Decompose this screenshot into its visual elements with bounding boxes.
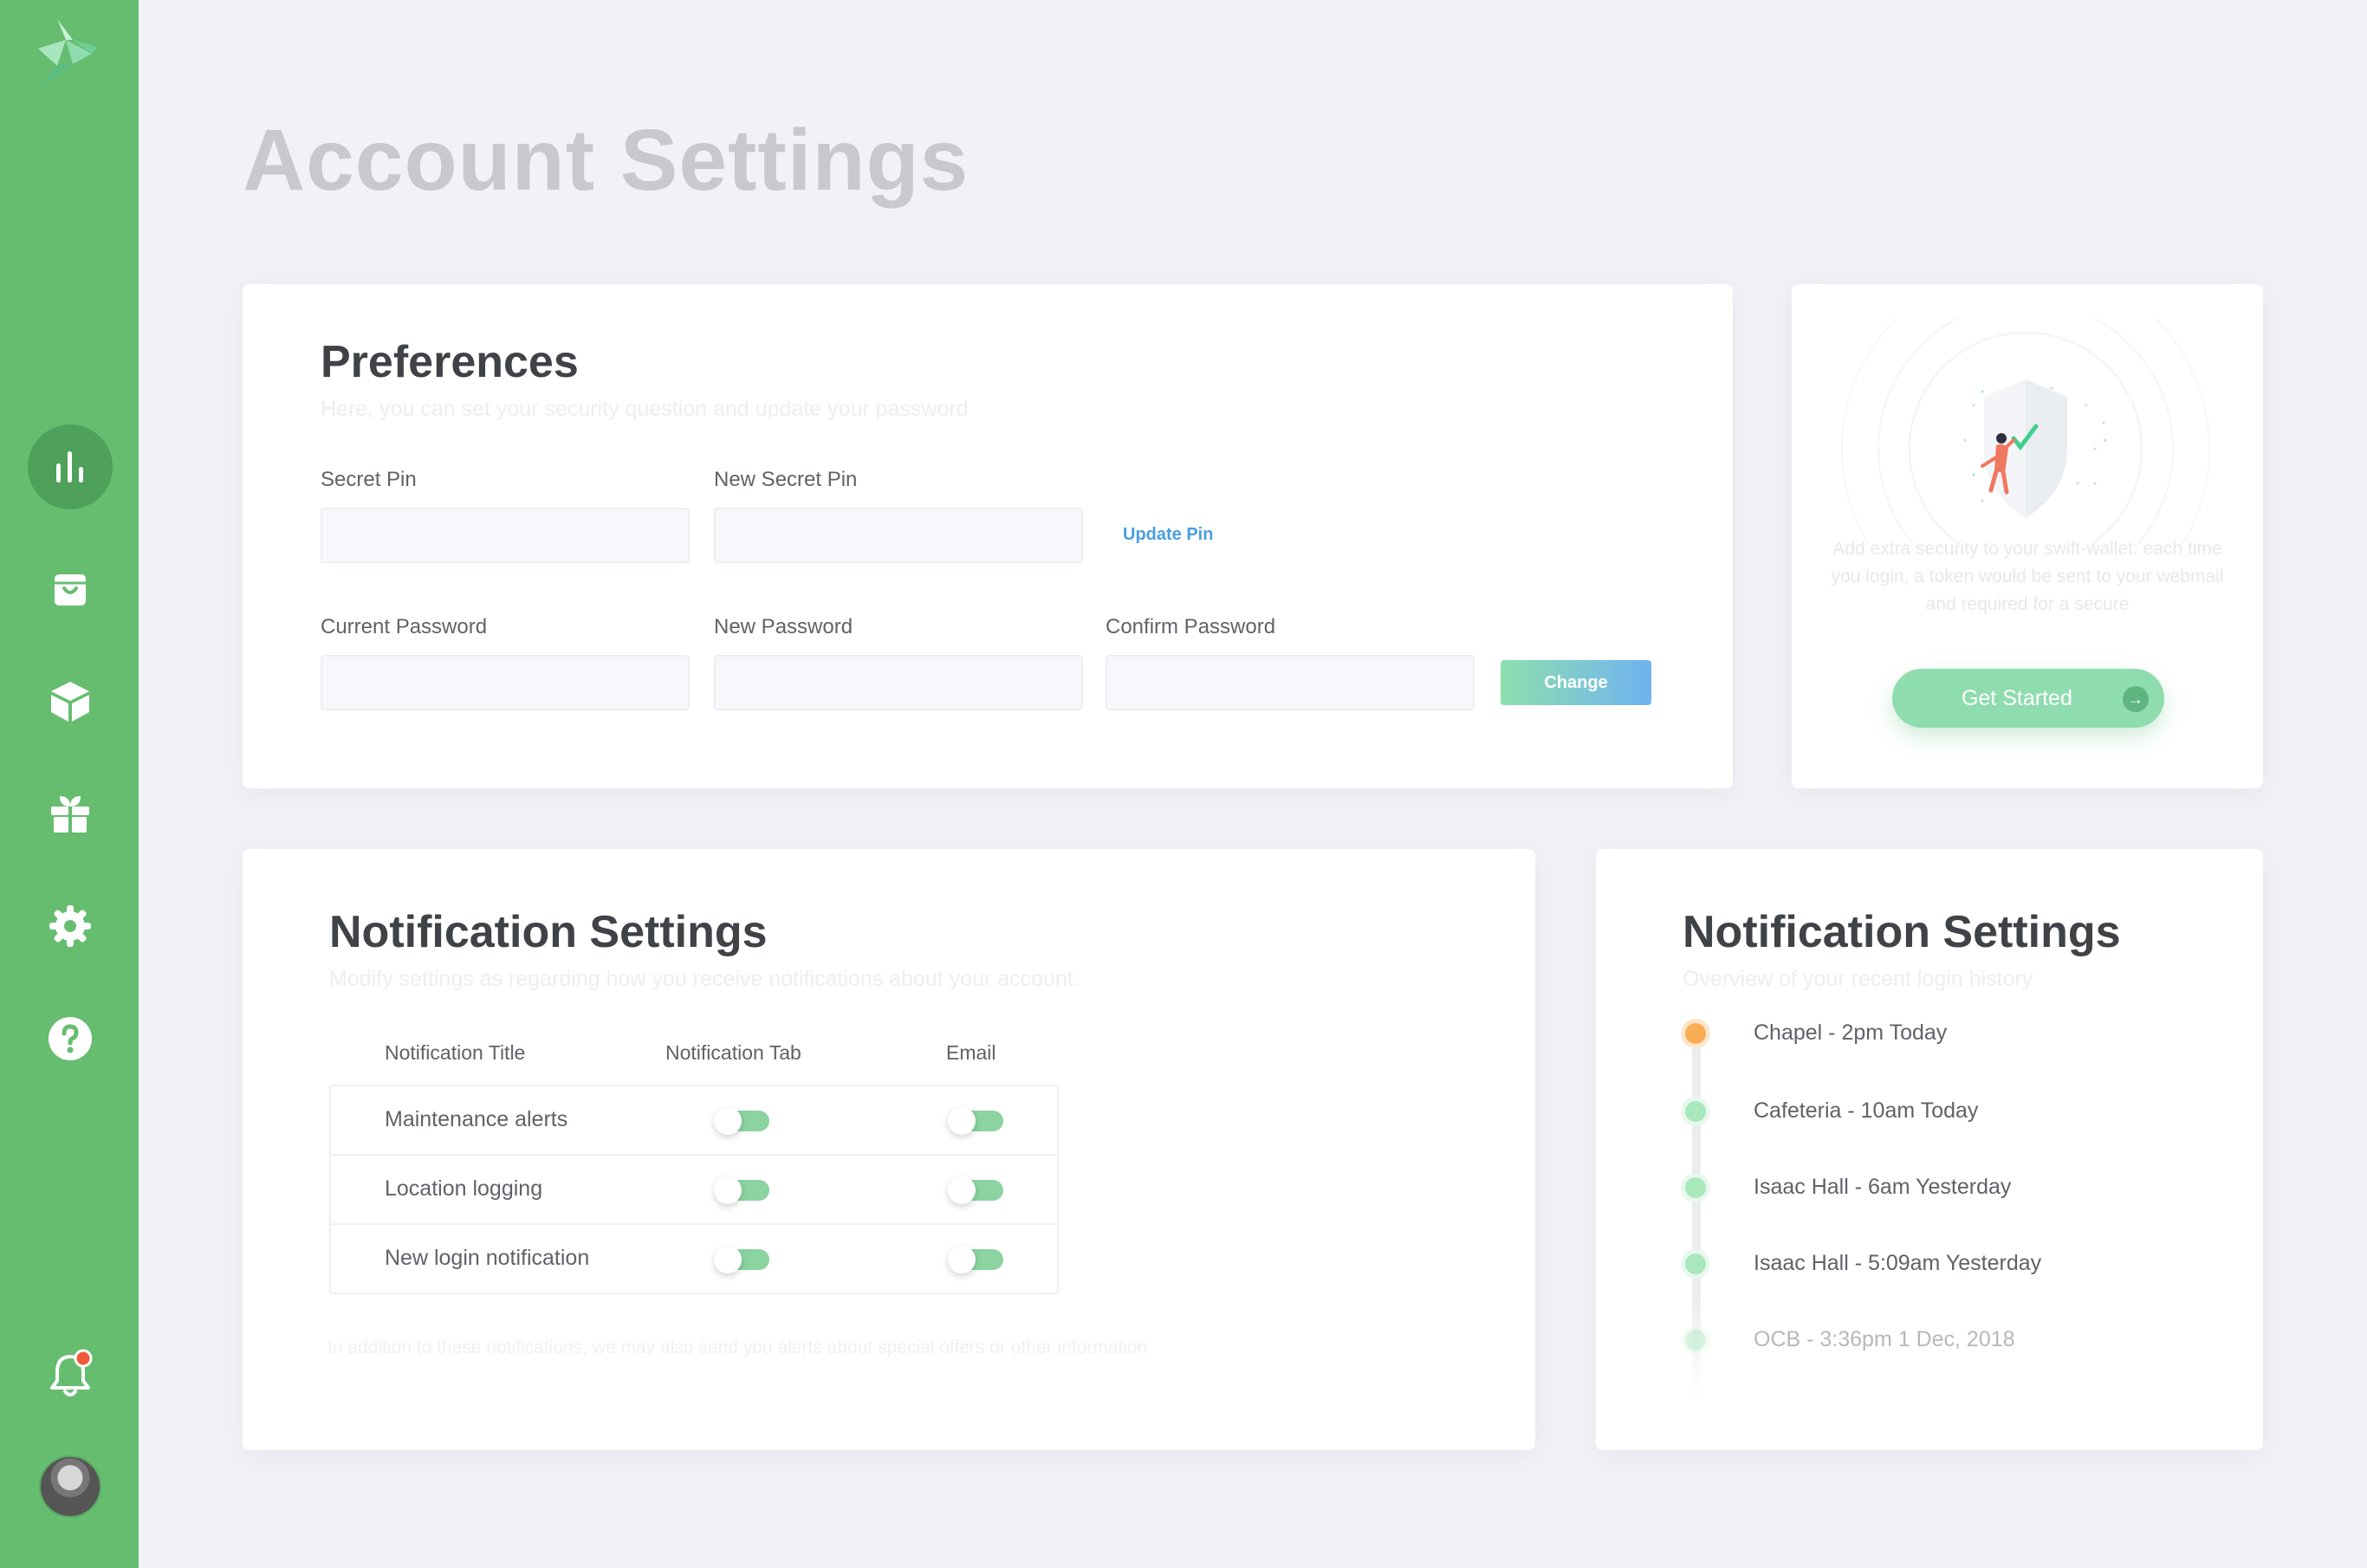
confirm-password-input[interactable]	[1106, 655, 1475, 710]
get-started-button[interactable]: Get Started →	[1892, 669, 2164, 728]
current-password-input[interactable]	[321, 655, 690, 710]
security-card: Add extra security to your swift-wallet:…	[1792, 284, 2263, 788]
history-item: Isaac Hall - 5:09am Yesterday	[1754, 1251, 2042, 1275]
row-title: Location logging	[385, 1176, 543, 1201]
new-password-input[interactable]	[714, 655, 1083, 710]
bell-icon	[50, 1349, 93, 1396]
history-item: Isaac Hall - 6am Yesterday	[1754, 1175, 2012, 1199]
history-item: Cafeteria - 10am Today	[1754, 1098, 1979, 1123]
notification-settings-card: Notification Settings Modify settings as…	[243, 849, 1535, 1450]
timeline-dot	[1681, 1325, 1710, 1355]
login-history-title: Notification Settings	[1683, 907, 2121, 957]
preferences-subtitle: Here, you can set your security question…	[321, 397, 969, 421]
gift-icon	[51, 796, 89, 833]
gear-icon	[49, 905, 91, 947]
email-toggle[interactable]	[948, 1107, 1003, 1135]
new-secret-pin-input[interactable]	[714, 508, 1083, 563]
logo-icon[interactable]	[31, 14, 104, 88]
bar-chart-icon	[56, 451, 83, 483]
column-header-email: Email	[946, 1041, 996, 1064]
box-icon	[51, 682, 89, 722]
column-header-title: Notification Title	[385, 1041, 526, 1064]
secret-pin-label: Secret Pin	[321, 468, 417, 491]
sidebar-item-shop[interactable]	[28, 546, 113, 631]
arrow-right-icon: →	[2123, 686, 2149, 712]
email-toggle[interactable]	[948, 1176, 1003, 1204]
security-description: Add extra security to your swift-wallet:…	[1831, 539, 2224, 614]
tab-toggle[interactable]	[714, 1176, 769, 1204]
timeline-dot	[1681, 1173, 1710, 1202]
sidebar-item-stats[interactable]	[28, 424, 113, 509]
new-password-label: New Password	[714, 615, 853, 638]
email-toggle[interactable]	[948, 1246, 1003, 1273]
confirm-password-label: Confirm Password	[1106, 615, 1276, 638]
table-row: New login notification	[331, 1225, 1057, 1294]
sidebar	[0, 0, 139, 1568]
get-started-label: Get Started	[1962, 686, 2072, 710]
timeline-dot	[1681, 1249, 1710, 1279]
timeline-dot-current	[1681, 1019, 1710, 1048]
change-password-button[interactable]: Change	[1501, 660, 1651, 705]
avatar[interactable]	[39, 1455, 101, 1518]
preferences-card: Preferences Here, you can set your secur…	[243, 284, 1733, 788]
security-illustration	[1841, 319, 2210, 544]
row-title: Maintenance alerts	[385, 1107, 568, 1131]
tab-toggle[interactable]	[714, 1107, 769, 1135]
login-history-subtitle: Overview of your recent login history	[1683, 967, 2033, 991]
tab-toggle[interactable]	[714, 1246, 769, 1273]
sidebar-item-products[interactable]	[28, 658, 113, 743]
preferences-title: Preferences	[321, 337, 579, 387]
history-item: OCB - 3:36pm 1 Dec, 2018	[1754, 1327, 2015, 1351]
sidebar-item-help[interactable]	[28, 996, 113, 1081]
column-header-tab: Notification Tab	[665, 1041, 801, 1064]
table-row: Location logging	[331, 1156, 1057, 1225]
row-title: New login notification	[385, 1246, 590, 1270]
notification-settings-subtitle: Modify settings as regarding how you rec…	[329, 967, 1080, 991]
help-icon	[49, 1017, 92, 1060]
current-password-label: Current Password	[321, 615, 488, 638]
notifications-bell[interactable]	[45, 1348, 95, 1400]
notification-table: Maintenance alerts Location logging New …	[329, 1085, 1059, 1294]
notification-footnote: In addition to these notifications, we m…	[327, 1338, 1148, 1357]
shopping-bag-icon	[55, 574, 86, 606]
login-history-card: Notification Settings Overview of your r…	[1596, 849, 2263, 1450]
update-pin-link[interactable]: Update Pin	[1123, 525, 1213, 545]
notification-settings-title: Notification Settings	[329, 907, 768, 957]
sidebar-item-settings[interactable]	[28, 884, 113, 969]
notification-badge	[74, 1349, 93, 1368]
secret-pin-input[interactable]	[321, 508, 690, 563]
sidebar-item-rewards[interactable]	[28, 771, 113, 856]
timeline-dot	[1681, 1097, 1710, 1126]
new-secret-pin-label: New Secret Pin	[714, 468, 858, 491]
page-title: Account Settings	[243, 112, 969, 209]
table-row: Maintenance alerts	[331, 1086, 1057, 1156]
history-item: Chapel - 2pm Today	[1754, 1020, 1948, 1045]
